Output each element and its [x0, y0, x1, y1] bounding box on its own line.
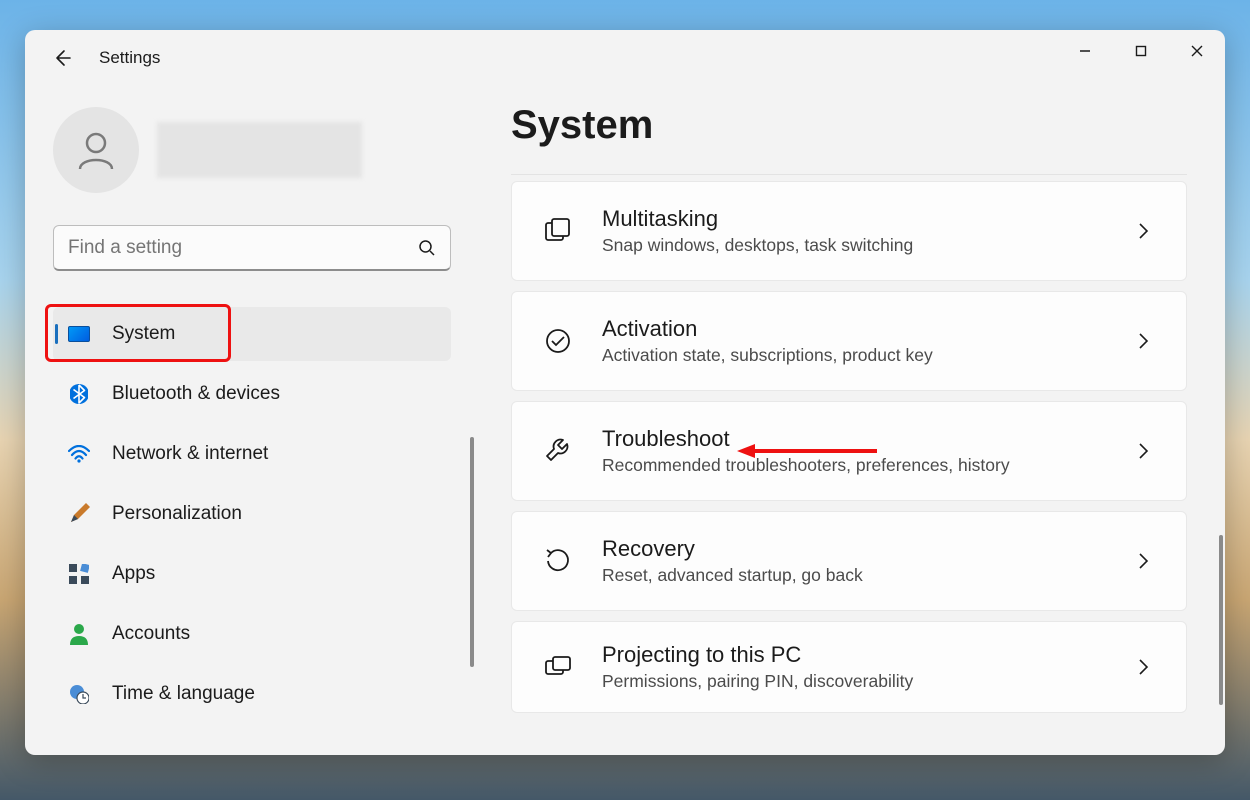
account-icon — [68, 623, 90, 645]
chevron-right-icon — [1128, 436, 1158, 466]
close-icon — [1191, 45, 1203, 57]
profile-block[interactable] — [53, 107, 457, 193]
nav-label: Bluetooth & devices — [112, 383, 280, 405]
clock-globe-icon — [68, 683, 90, 705]
nav-label: Personalization — [112, 503, 242, 525]
page-title: System — [511, 103, 1187, 148]
setting-subtitle: Activation state, subscriptions, product… — [602, 345, 1128, 366]
setting-troubleshoot[interactable]: Troubleshoot Recommended troubleshooters… — [511, 401, 1187, 501]
chevron-right-icon — [1128, 652, 1158, 682]
nav-label: System — [112, 323, 175, 345]
avatar — [53, 107, 139, 193]
sidebar: System Bluetooth & devices Network & int… — [25, 85, 485, 755]
search-input[interactable] — [68, 237, 418, 259]
maximize-icon — [1135, 45, 1147, 57]
nav-item-system[interactable]: System — [53, 307, 451, 361]
setting-projecting[interactable]: Projecting to this PC Permissions, pairi… — [511, 621, 1187, 713]
arrow-left-icon — [52, 48, 72, 68]
back-button[interactable] — [43, 39, 81, 77]
multitasking-icon — [540, 213, 576, 249]
divider — [511, 174, 1187, 175]
wifi-icon — [68, 443, 90, 465]
window-controls — [1057, 30, 1225, 72]
chevron-right-icon — [1128, 216, 1158, 246]
sidebar-scrollbar[interactable] — [470, 437, 474, 667]
setting-subtitle: Snap windows, desktops, task switching — [602, 235, 1128, 256]
maximize-button[interactable] — [1113, 30, 1169, 72]
app-title: Settings — [99, 48, 160, 68]
chevron-right-icon — [1128, 326, 1158, 356]
nav-label: Apps — [112, 563, 155, 585]
system-icon — [68, 323, 90, 345]
nav-label: Network & internet — [112, 443, 268, 465]
nav-label: Time & language — [112, 683, 255, 705]
chevron-right-icon — [1128, 546, 1158, 576]
nav-item-apps[interactable]: Apps — [53, 547, 451, 601]
setting-title: Troubleshoot — [602, 426, 1128, 452]
main-panel: System Multitasking Snap windows, deskto… — [485, 85, 1225, 755]
setting-subtitle: Reset, advanced startup, go back — [602, 565, 1128, 586]
brush-icon — [68, 503, 90, 525]
minimize-button[interactable] — [1057, 30, 1113, 72]
profile-name-redacted — [157, 122, 362, 178]
close-button[interactable] — [1169, 30, 1225, 72]
minimize-icon — [1079, 45, 1091, 57]
nav-item-accounts[interactable]: Accounts — [53, 607, 451, 661]
setting-activation[interactable]: Activation Activation state, subscriptio… — [511, 291, 1187, 391]
search-box[interactable] — [53, 225, 451, 271]
wrench-icon — [540, 433, 576, 469]
bluetooth-icon — [68, 383, 90, 405]
setting-recovery[interactable]: Recovery Reset, advanced startup, go bac… — [511, 511, 1187, 611]
main-scrollbar[interactable] — [1219, 535, 1223, 705]
setting-title: Activation — [602, 316, 1128, 342]
person-icon — [73, 127, 119, 173]
setting-title: Multitasking — [602, 206, 1128, 232]
setting-title: Projecting to this PC — [602, 642, 1128, 668]
nav-item-bluetooth[interactable]: Bluetooth & devices — [53, 367, 451, 421]
setting-multitasking[interactable]: Multitasking Snap windows, desktops, tas… — [511, 181, 1187, 281]
search-icon — [418, 239, 436, 257]
setting-subtitle: Permissions, pairing PIN, discoverabilit… — [602, 671, 1128, 692]
nav-item-network[interactable]: Network & internet — [53, 427, 451, 481]
nav-label: Accounts — [112, 623, 190, 645]
titlebar: Settings — [25, 30, 1225, 85]
recovery-icon — [540, 543, 576, 579]
nav-item-time-language[interactable]: Time & language — [53, 667, 451, 721]
projecting-icon — [540, 649, 576, 685]
activation-icon — [540, 323, 576, 359]
settings-window: Settings — [25, 30, 1225, 755]
setting-title: Recovery — [602, 536, 1128, 562]
nav-list: System Bluetooth & devices Network & int… — [53, 307, 457, 721]
setting-subtitle: Recommended troubleshooters, preferences… — [602, 455, 1128, 476]
nav-item-personalization[interactable]: Personalization — [53, 487, 451, 541]
apps-icon — [68, 563, 90, 585]
